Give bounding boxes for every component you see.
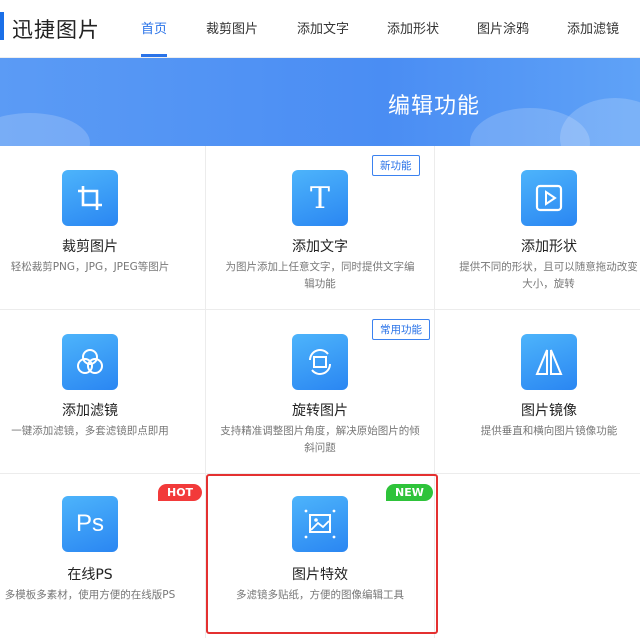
card-add-text[interactable]: 新功能 T 添加文字 为图片添加上任意文字，同时提供文字编辑功能 xyxy=(206,146,434,309)
card-title: 旋转图片 xyxy=(292,403,348,419)
top-header: 迅捷图片 首页 裁剪图片 添加文字 添加形状 图片涂鸦 添加滤镜 xyxy=(0,0,640,58)
rotate-icon xyxy=(292,334,348,390)
card-desc: 提供不同的形状，且可以随意拖动改变大小，旋转 xyxy=(459,261,638,290)
nav-add-filter[interactable]: 添加滤镜 xyxy=(567,18,619,37)
selection-highlight xyxy=(206,474,438,634)
card-mirror[interactable]: 图片镜像 提供垂直和横向图片镜像功能 xyxy=(435,310,640,473)
logo-mark xyxy=(0,12,4,40)
common-feature-badge: 常用功能 xyxy=(372,319,430,340)
nav-home[interactable]: 首页 xyxy=(141,18,167,37)
card-crop[interactable]: 裁剪图片 轻松裁剪PNG，JPG，JPEG等图片 xyxy=(0,146,205,309)
card-title: 在线PS xyxy=(67,567,113,583)
shape-play-icon xyxy=(521,170,577,226)
site-logo[interactable]: 迅捷图片 xyxy=(12,14,100,44)
card-title: 添加滤镜 xyxy=(62,403,118,419)
card-desc: 提供垂直和横向图片镜像功能 xyxy=(480,425,618,437)
hot-badge: HOT xyxy=(158,484,203,501)
nav-add-shape[interactable]: 添加形状 xyxy=(387,18,439,37)
card-add-filter[interactable]: 添加滤镜 一键添加滤镜，多套滤镜即点即用 xyxy=(0,310,205,473)
card-desc: 一键添加滤镜，多套滤镜即点即用 xyxy=(11,425,169,437)
card-title: 裁剪图片 xyxy=(62,239,118,255)
card-title: 添加形状 xyxy=(521,239,577,255)
ps-icon: Ps xyxy=(62,496,118,552)
new-feature-badge: 新功能 xyxy=(372,155,420,176)
card-title: 图片镜像 xyxy=(521,403,577,419)
card-desc: 轻松裁剪PNG，JPG，JPEG等图片 xyxy=(10,261,170,273)
card-online-ps[interactable]: HOT Ps 在线PS 多模板多素材，使用方便的在线版PS xyxy=(0,474,205,637)
nav-doodle[interactable]: 图片涂鸦 xyxy=(477,18,529,37)
filter-circles-icon xyxy=(62,334,118,390)
card-add-shape[interactable]: 添加形状 提供不同的形状，且可以随意拖动改变大小，旋转 xyxy=(435,146,640,309)
mirror-icon xyxy=(521,334,577,390)
text-icon: T xyxy=(292,170,348,226)
banner: 编辑功能 xyxy=(0,58,640,146)
nav-add-text[interactable]: 添加文字 xyxy=(297,18,349,37)
banner-title: 编辑功能 xyxy=(388,94,481,119)
card-title: 添加文字 xyxy=(292,239,348,255)
crop-icon xyxy=(62,170,118,226)
card-desc: 支持精准调整图片角度，解决原始图片的倾斜问题 xyxy=(220,425,420,454)
nav-active-indicator xyxy=(141,54,167,57)
card-desc: 为图片添加上任意文字，同时提供文字编辑功能 xyxy=(225,261,415,290)
card-desc: 多模板多素材，使用方便的在线版PS xyxy=(4,589,176,601)
nav-crop[interactable]: 裁剪图片 xyxy=(206,18,258,37)
card-rotate[interactable]: 常用功能 旋转图片 支持精准调整图片角度，解决原始图片的倾斜问题 xyxy=(206,310,434,473)
